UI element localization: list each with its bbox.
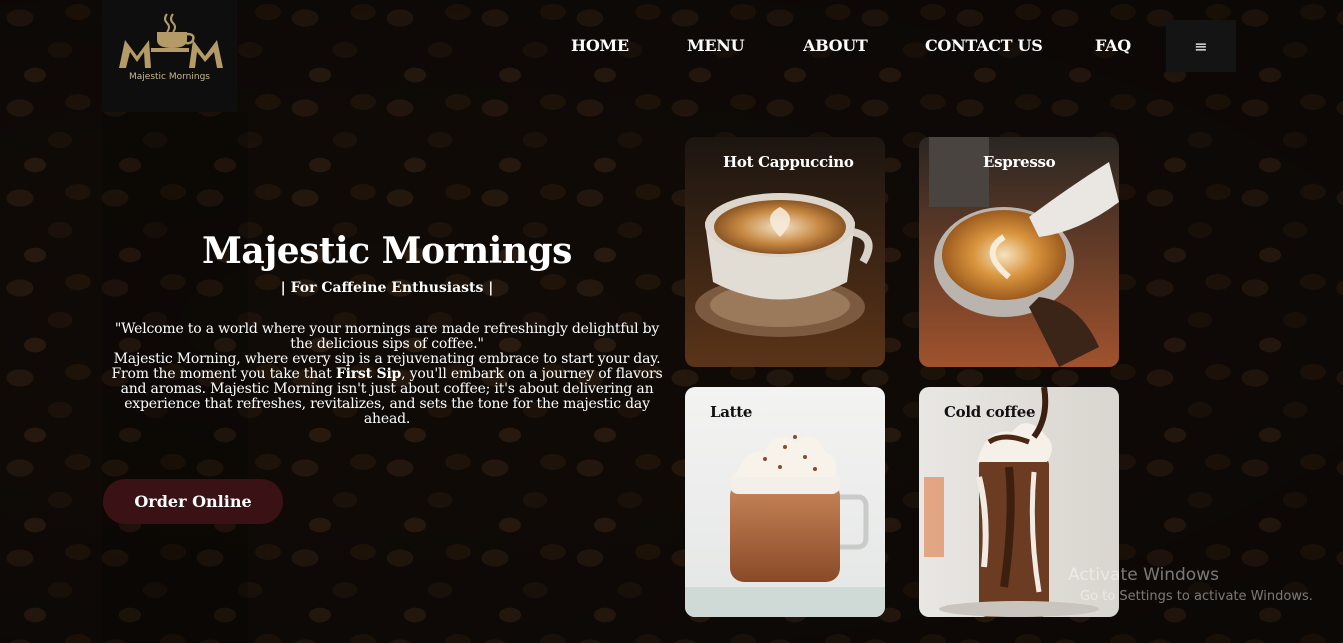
hero-subtitle: | For Caffeine Enthusiasts | xyxy=(280,280,494,296)
espresso-pour-icon xyxy=(919,137,1119,367)
latte-glass-icon xyxy=(685,387,885,617)
nav-menu-link[interactable]: MENU xyxy=(687,36,745,55)
menu-card-hot-cappuccino[interactable]: Hot Cappuccino xyxy=(685,137,885,367)
main-navigation: HOME MENU ABOUT CONTACT US FAQ xyxy=(0,36,1343,58)
watermark-title: Activate Windows xyxy=(1068,565,1219,585)
nav-home-link[interactable]: HOME xyxy=(571,36,629,55)
card-title: Cold coffee xyxy=(944,403,1036,421)
hamburger-menu-button[interactable]: ≡ xyxy=(1166,20,1236,72)
nav-faq-link[interactable]: FAQ xyxy=(1095,36,1131,55)
card-title: Latte xyxy=(710,403,753,421)
hero-section: Majestic Mornings | For Caffeine Enthusi… xyxy=(102,230,672,427)
card-title: Hot Cappuccino xyxy=(723,153,854,171)
nav-about-link[interactable]: ABOUT xyxy=(803,36,868,55)
nav-contact-link[interactable]: CONTACT US xyxy=(925,36,1043,55)
hero-description: "Welcome to a world where your mornings … xyxy=(102,322,672,427)
menu-card-espresso[interactable]: Espresso xyxy=(919,137,1119,367)
menu-card-latte[interactable]: Latte xyxy=(685,387,885,617)
cappuccino-cup-icon xyxy=(685,137,885,367)
hero-first-sip: First Sip xyxy=(335,366,402,382)
windows-activation-watermark: Activate Windows Go to Settings to activ… xyxy=(1068,565,1313,604)
hero-title: Majestic Mornings xyxy=(202,230,572,272)
watermark-subtitle: Go to Settings to activate Windows. xyxy=(1080,589,1313,604)
hero-paragraph: Majestic Morning, where every sip is a r… xyxy=(102,352,672,427)
card-title: Espresso xyxy=(983,153,1056,171)
hamburger-icon: ≡ xyxy=(1194,36,1208,56)
hero-quote: "Welcome to a world where your mornings … xyxy=(114,321,660,352)
logo-caption: Majestic Mornings xyxy=(129,72,210,82)
order-online-button[interactable]: Order Online xyxy=(103,479,283,524)
